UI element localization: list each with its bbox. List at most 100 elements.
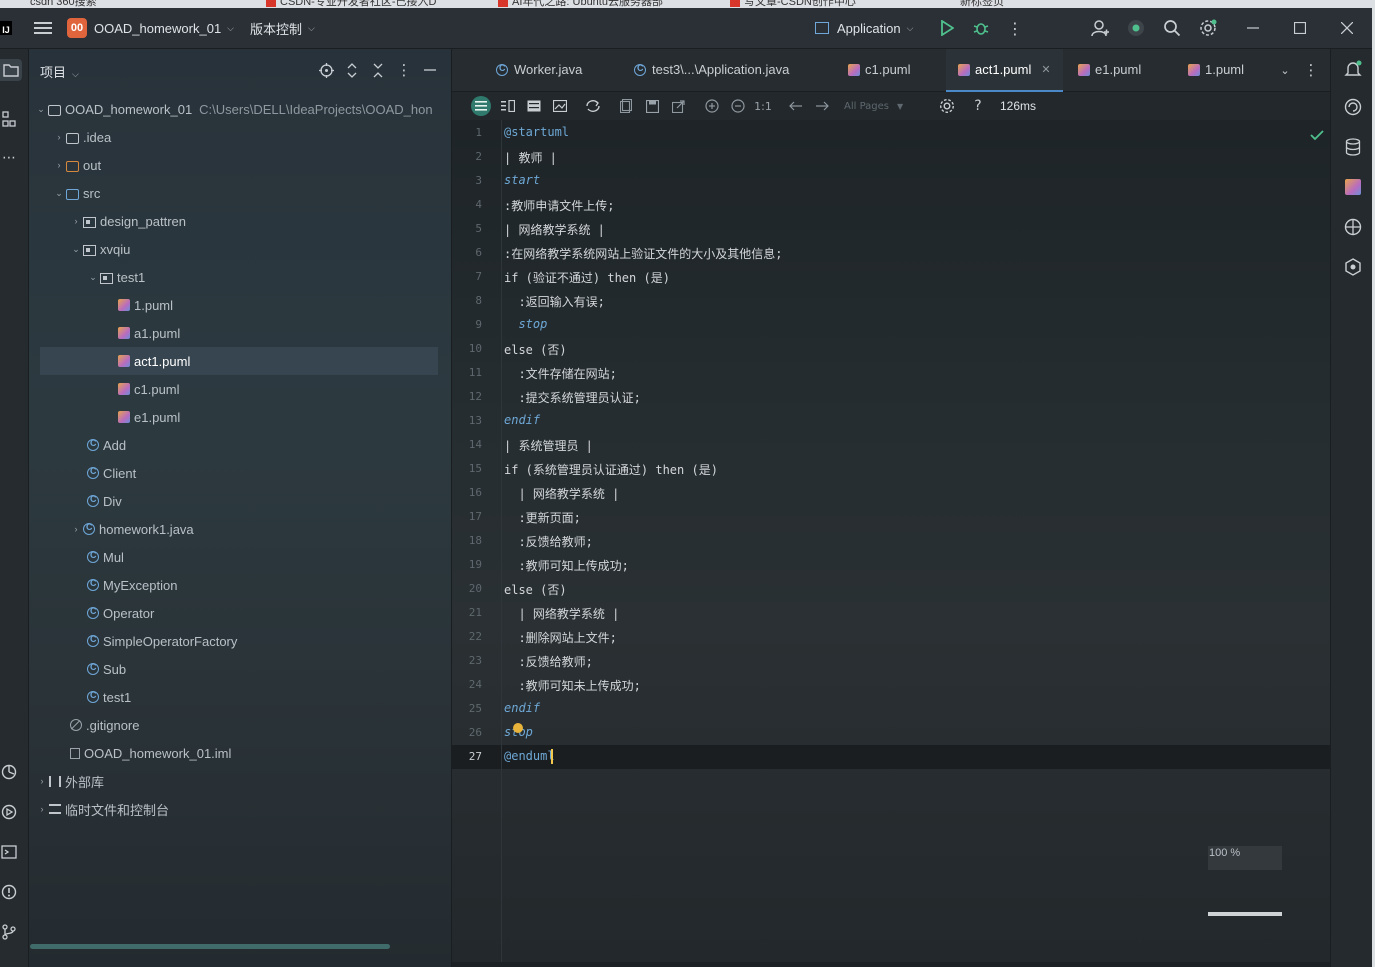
code-line[interactable]: :提交系统管理员认证;	[504, 389, 640, 406]
tree-item-scratches[interactable]: › 临时文件和控制台	[35, 795, 170, 823]
terminal-tool-icon[interactable]	[0, 843, 18, 861]
chevron-down-icon[interactable]: ⌄	[69, 244, 83, 255]
tree-item-design-pattren[interactable]: › design_pattren	[69, 207, 187, 235]
plugin-ball-icon[interactable]	[1343, 217, 1363, 237]
tree-item-add[interactable]: Add	[87, 431, 126, 459]
tree-item-myexception[interactable]: MyException	[87, 571, 177, 599]
code-line[interactable]: :删除网站上文件;	[504, 629, 616, 646]
code-line[interactable]: if (系统管理员认证通过) then (是)	[504, 461, 718, 478]
panel-options-icon[interactable]: ⋮	[395, 61, 413, 79]
tree-item-homework1-java[interactable]: › homework1.java	[69, 515, 194, 543]
add-user-icon[interactable]	[1090, 18, 1110, 38]
browser-tab[interactable]: 写文章-CSDN创作中心	[730, 0, 856, 8]
code-line[interactable]: @enduml	[504, 749, 555, 763]
code-line[interactable]: else (否)	[504, 341, 567, 358]
expand-all-icon[interactable]	[343, 61, 361, 79]
code-line[interactable]: :在网络教学系统网站上验证文件的大小及其他信息;	[504, 245, 782, 262]
preview-only-icon[interactable]	[524, 92, 544, 120]
tree-item-div[interactable]: Div	[87, 487, 122, 515]
preview-scrollbar[interactable]	[1208, 912, 1282, 916]
tree-item-a1-puml[interactable]: a1.puml	[118, 319, 180, 347]
chevron-right-icon[interactable]: ›	[35, 804, 49, 814]
project-tool-icon[interactable]	[0, 59, 22, 81]
code-line[interactable]: :文件存储在网站;	[504, 365, 616, 382]
code-line[interactable]: start	[504, 173, 540, 187]
code-line[interactable]: | 网络教学系统 |	[504, 485, 619, 502]
maximize-window-icon[interactable]	[1290, 18, 1310, 38]
tree-item-iml[interactable]: OOAD_homework_01.iml	[70, 739, 231, 767]
main-menu-icon[interactable]	[34, 8, 52, 48]
code-line[interactable]: else (否)	[504, 581, 567, 598]
plantuml-settings-icon[interactable]	[936, 92, 958, 120]
zoom-out-icon[interactable]	[728, 92, 748, 120]
code-line[interactable]: :反馈给教师;	[504, 653, 592, 670]
tree-item-e1-puml[interactable]: e1.puml	[118, 403, 180, 431]
database-icon[interactable]	[1343, 137, 1363, 157]
search-icon[interactable]	[1162, 18, 1182, 38]
tree-item-project-root[interactable]: ⌄ OOAD_homework_01 C:\Users\DELL\IdeaPro…	[34, 95, 432, 123]
settings-gear-icon[interactable]	[1198, 18, 1218, 38]
tree-item-test1-package[interactable]: ⌄ test1	[86, 263, 145, 291]
code-line[interactable]: endif	[504, 413, 540, 427]
ai-assistant-icon[interactable]	[1343, 97, 1363, 117]
tree-item-c1-puml[interactable]: c1.puml	[118, 375, 180, 403]
close-tab-icon[interactable]: ✕	[1041, 63, 1050, 76]
project-switcher[interactable]: 00 OOAD_homework_01 ⌵	[67, 8, 234, 48]
locate-file-icon[interactable]	[317, 61, 335, 79]
editor-only-icon[interactable]	[470, 92, 492, 120]
run-config-selector[interactable]: Application ⌵	[815, 8, 913, 48]
tree-item-simpleoperatorfactory[interactable]: SimpleOperatorFactory	[87, 627, 237, 655]
code-line[interactable]: if (验证不通过) then (是)	[504, 269, 670, 286]
run-tool-icon[interactable]	[0, 803, 18, 821]
zoom-in-icon[interactable]	[702, 92, 722, 120]
tab-c1-puml[interactable]: c1.puml	[848, 49, 911, 90]
code-line[interactable]: stop	[504, 317, 547, 331]
help-button[interactable]: ?	[970, 92, 986, 120]
tab-1-puml[interactable]: 1.puml	[1188, 49, 1244, 90]
code-line[interactable]: :反馈给教师;	[504, 533, 592, 550]
collapse-all-icon[interactable]	[369, 61, 387, 79]
vcs-menu[interactable]: 版本控制 ⌵	[250, 8, 315, 48]
code-line[interactable]: endif	[504, 701, 540, 715]
split-view-icon[interactable]	[498, 92, 518, 120]
tree-item-src[interactable]: ⌄ src	[52, 179, 100, 207]
tree-item-sub[interactable]: Sub	[87, 655, 126, 683]
previous-page-icon[interactable]	[786, 92, 806, 120]
pages-select[interactable]: All Pages ▼	[844, 92, 916, 120]
save-icon[interactable]	[642, 92, 662, 120]
actual-size-button[interactable]: 1:1	[752, 92, 774, 120]
more-options-icon[interactable]: ⋮	[1006, 18, 1024, 38]
chevron-right-icon[interactable]: ›	[52, 160, 66, 170]
chevron-right-icon[interactable]: ›	[69, 216, 83, 226]
tab-options-icon[interactable]: ⋮	[1302, 61, 1320, 79]
tree-item-test1-class[interactable]: test1	[87, 683, 131, 711]
image-preview-icon[interactable]	[550, 92, 570, 120]
code-with-me-icon[interactable]	[1126, 18, 1146, 38]
tree-item-idea[interactable]: › .idea	[52, 123, 112, 151]
problems-tool-icon[interactable]	[0, 883, 18, 901]
chevron-down-icon[interactable]: ⌄	[34, 104, 48, 115]
chevron-down-icon[interactable]: ⌄	[52, 188, 66, 199]
copy-icon[interactable]	[616, 92, 636, 120]
notifications-bell-icon[interactable]	[1343, 59, 1363, 79]
more-tools-icon[interactable]: ⋯	[0, 149, 18, 167]
git-tool-icon[interactable]	[0, 923, 18, 941]
code-line[interactable]: :教师申请文件上传;	[504, 197, 614, 214]
tree-item-gitignore[interactable]: .gitignore	[70, 711, 139, 739]
code-line[interactable]: | 网络教学系统 |	[504, 221, 605, 238]
no-problems-check-icon[interactable]	[1310, 126, 1324, 141]
tree-item-external-libraries[interactable]: › 外部库	[35, 767, 105, 795]
tab-worker-java[interactable]: Worker.java	[496, 49, 582, 90]
external-open-icon[interactable]	[668, 92, 688, 120]
intention-bulb-icon[interactable]	[513, 723, 523, 733]
services-tool-icon[interactable]	[0, 763, 18, 781]
copilot-icon[interactable]	[1343, 257, 1363, 277]
chevron-right-icon[interactable]: ›	[52, 132, 66, 142]
next-page-icon[interactable]	[812, 92, 832, 120]
browser-tab[interactable]: CSDN-专业开发者社区-已接入D	[266, 0, 436, 8]
refresh-icon[interactable]	[582, 92, 604, 120]
hide-panel-icon[interactable]	[421, 61, 439, 79]
tree-item-mul[interactable]: Mul	[87, 543, 124, 571]
tab-act1-puml[interactable]: act1.puml ✕	[946, 49, 1063, 92]
code-line[interactable]: | 教师 |	[504, 149, 557, 166]
